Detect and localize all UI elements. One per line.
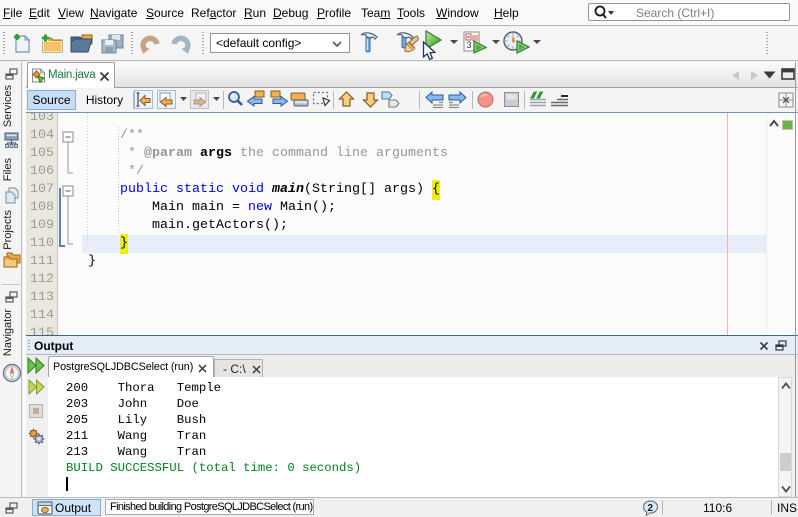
svg-text:2: 2 xyxy=(648,503,654,514)
svg-text:3: 3 xyxy=(467,40,472,50)
